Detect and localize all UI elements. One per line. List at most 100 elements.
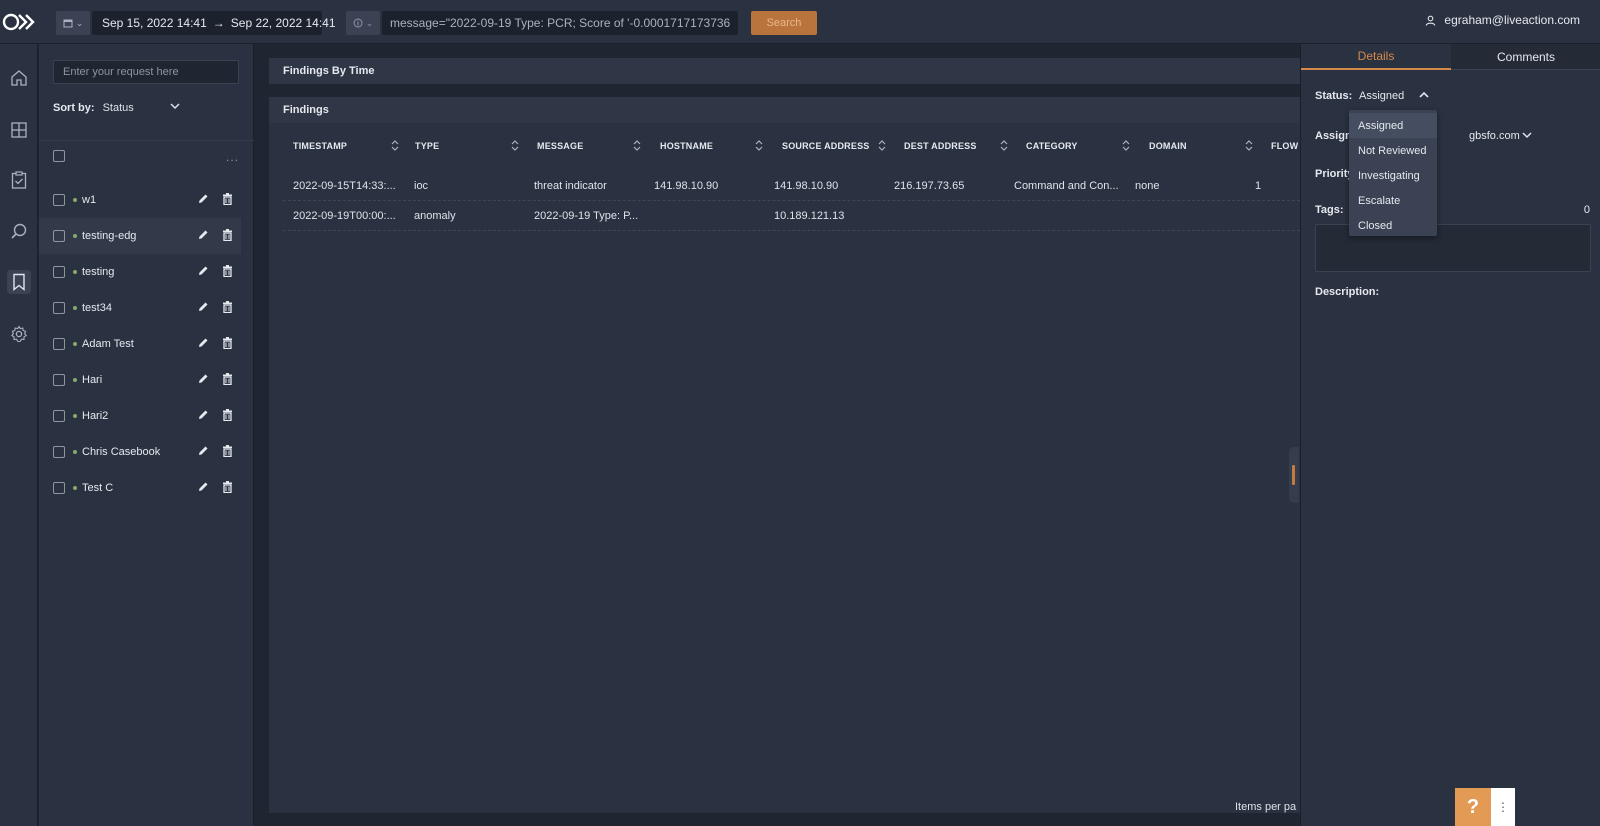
edit-casebook-button[interactable] <box>197 229 209 244</box>
assignee-select[interactable]: gbsfo.com <box>1469 130 1520 142</box>
nav-home[interactable] <box>7 66 31 90</box>
column-header-type[interactable]: TYPE <box>415 141 439 151</box>
sort-icon[interactable] <box>1000 140 1008 154</box>
delete-casebook-button[interactable] <box>222 265 233 280</box>
delete-casebook-button[interactable] <box>222 301 233 316</box>
column-header-domain[interactable]: DOMAIN <box>1149 141 1187 151</box>
panel-resize-handle[interactable] <box>1289 447 1299 503</box>
sort-icon[interactable] <box>1122 140 1130 154</box>
casebook-item[interactable]: test34 <box>39 290 254 326</box>
liveaction-logo[interactable] <box>2 12 36 32</box>
tab-comments[interactable]: Comments <box>1451 44 1600 70</box>
casebook-item[interactable]: Chris Casebook <box>39 434 254 470</box>
edit-casebook-button[interactable] <box>197 373 209 388</box>
chevron-down-icon[interactable] <box>169 100 181 112</box>
sort-icon[interactable] <box>633 140 641 154</box>
delete-casebook-button[interactable] <box>222 373 233 388</box>
cell-timestamp: 2022-09-19T00:00:... <box>293 210 396 222</box>
search-button[interactable]: Search <box>751 11 817 35</box>
status-dot-icon <box>73 486 77 490</box>
date-start: Sep 15, 2022 14:41 <box>102 16 207 30</box>
column-header-hostname[interactable]: HOSTNAME <box>660 141 713 151</box>
delete-casebook-button[interactable] <box>222 481 233 496</box>
status-option[interactable]: Closed <box>1349 213 1437 238</box>
edit-casebook-button[interactable] <box>197 481 209 496</box>
help-more-icon[interactable]: ⋮ <box>1491 788 1515 826</box>
delete-casebook-button[interactable] <box>222 193 233 208</box>
table-row[interactable]: 2022-09-15T14:33:... ioc threat indicator 1… <box>283 171 1300 201</box>
casebook-item-checkbox[interactable] <box>53 302 65 314</box>
delete-casebook-button[interactable] <box>222 409 233 424</box>
sort-icon[interactable] <box>878 140 886 154</box>
user-menu[interactable]: egraham@liveaction.com <box>1425 13 1580 27</box>
edit-casebook-button[interactable] <box>197 445 209 460</box>
date-range-field[interactable]: Sep 15, 2022 14:41 → Sep 22, 2022 14:41 <box>92 11 336 35</box>
column-header-source-address[interactable]: SOURCE ADDRESS <box>782 141 869 151</box>
nav-settings[interactable] <box>7 322 31 346</box>
casebook-item-checkbox[interactable] <box>53 338 65 350</box>
chevron-down-icon: ⌄ <box>75 17 84 28</box>
column-header-flow[interactable]: FLOW <box>1271 141 1298 151</box>
findings-header[interactable]: Findings <box>269 97 1300 123</box>
findings-by-time-header[interactable]: Findings By Time <box>269 58 1300 84</box>
nav-casebooks[interactable] <box>7 270 31 294</box>
column-header-dest-address[interactable]: DEST ADDRESS <box>904 141 977 151</box>
nav-tasks[interactable] <box>7 168 31 192</box>
casebook-list-header: ... <box>53 150 239 168</box>
casebook-item[interactable]: testing <box>39 254 254 290</box>
table-row[interactable]: 2022-09-19T00:00:... anomaly 2022-09-19 Ty… <box>283 201 1300 231</box>
query-input[interactable]: message="2022-09-19 Type: PCR; Score of … <box>382 11 738 35</box>
casebook-item[interactable]: Adam Test <box>39 326 254 362</box>
tab-details[interactable]: Details <box>1301 44 1451 70</box>
status-option[interactable]: Assigned <box>1349 113 1437 138</box>
casebook-item-checkbox[interactable] <box>53 266 65 278</box>
edit-casebook-button[interactable] <box>197 337 209 352</box>
help-button[interactable]: ? <box>1455 788 1491 826</box>
sort-icon[interactable] <box>511 140 519 154</box>
casebook-item-checkbox[interactable] <box>53 194 65 206</box>
casebook-item-checkbox[interactable] <box>53 230 65 242</box>
column-header-message[interactable]: MESSAGE <box>537 141 583 151</box>
status-option[interactable]: Escalate <box>1349 188 1437 213</box>
casebook-item-name: Hari <box>82 374 103 386</box>
sort-icon[interactable] <box>1245 140 1253 154</box>
nav-dashboards[interactable] <box>7 118 31 142</box>
casebook-item-name: Chris Casebook <box>82 446 161 458</box>
casebook-item-checkbox[interactable] <box>53 446 65 458</box>
status-option[interactable]: Not Reviewed <box>1349 138 1437 163</box>
bookmark-icon <box>13 273 25 291</box>
casebook-item-name: Test C <box>82 482 114 494</box>
casebook-item-checkbox[interactable] <box>53 410 65 422</box>
edit-casebook-button[interactable] <box>197 301 209 316</box>
casebook-item[interactable]: Hari2 <box>39 398 254 434</box>
more-options-icon[interactable]: ... <box>226 150 239 164</box>
edit-casebook-button[interactable] <box>197 265 209 280</box>
column-header-timestamp[interactable]: TIMESTAMP <box>293 141 347 151</box>
casebook-item[interactable]: Test C <box>39 470 254 506</box>
column-header-category[interactable]: CATEGORY <box>1026 141 1078 151</box>
casebook-item[interactable]: Hari <box>39 362 254 398</box>
status-dot-icon <box>73 270 77 274</box>
sort-icon[interactable] <box>391 140 399 154</box>
delete-casebook-button[interactable] <box>222 229 233 244</box>
casebook-item-checkbox[interactable] <box>53 482 65 494</box>
calendar-picker-button[interactable]: ⌄ <box>56 11 90 35</box>
edit-casebook-button[interactable] <box>197 409 209 424</box>
sort-by-control[interactable]: Sort by: Status <box>53 102 180 114</box>
status-select[interactable]: Assigned <box>1359 90 1404 102</box>
cell-category: Command and Con... <box>1014 180 1119 192</box>
sort-icon[interactable] <box>755 140 763 154</box>
nav-search[interactable] <box>7 219 31 243</box>
query-info-button[interactable]: ⌄ <box>346 11 380 35</box>
delete-casebook-button[interactable] <box>222 445 233 460</box>
casebook-item-checkbox[interactable] <box>53 374 65 386</box>
chevron-up-icon[interactable] <box>1417 88 1431 102</box>
edit-casebook-button[interactable] <box>197 193 209 208</box>
chevron-down-icon[interactable] <box>1521 129 1533 141</box>
casebook-search-input[interactable] <box>53 60 239 84</box>
status-option[interactable]: Investigating <box>1349 163 1437 188</box>
casebook-item[interactable]: w1 <box>39 182 254 218</box>
select-all-checkbox[interactable] <box>53 150 65 162</box>
delete-casebook-button[interactable] <box>222 337 233 352</box>
casebook-item[interactable]: testing-edg <box>39 218 241 254</box>
